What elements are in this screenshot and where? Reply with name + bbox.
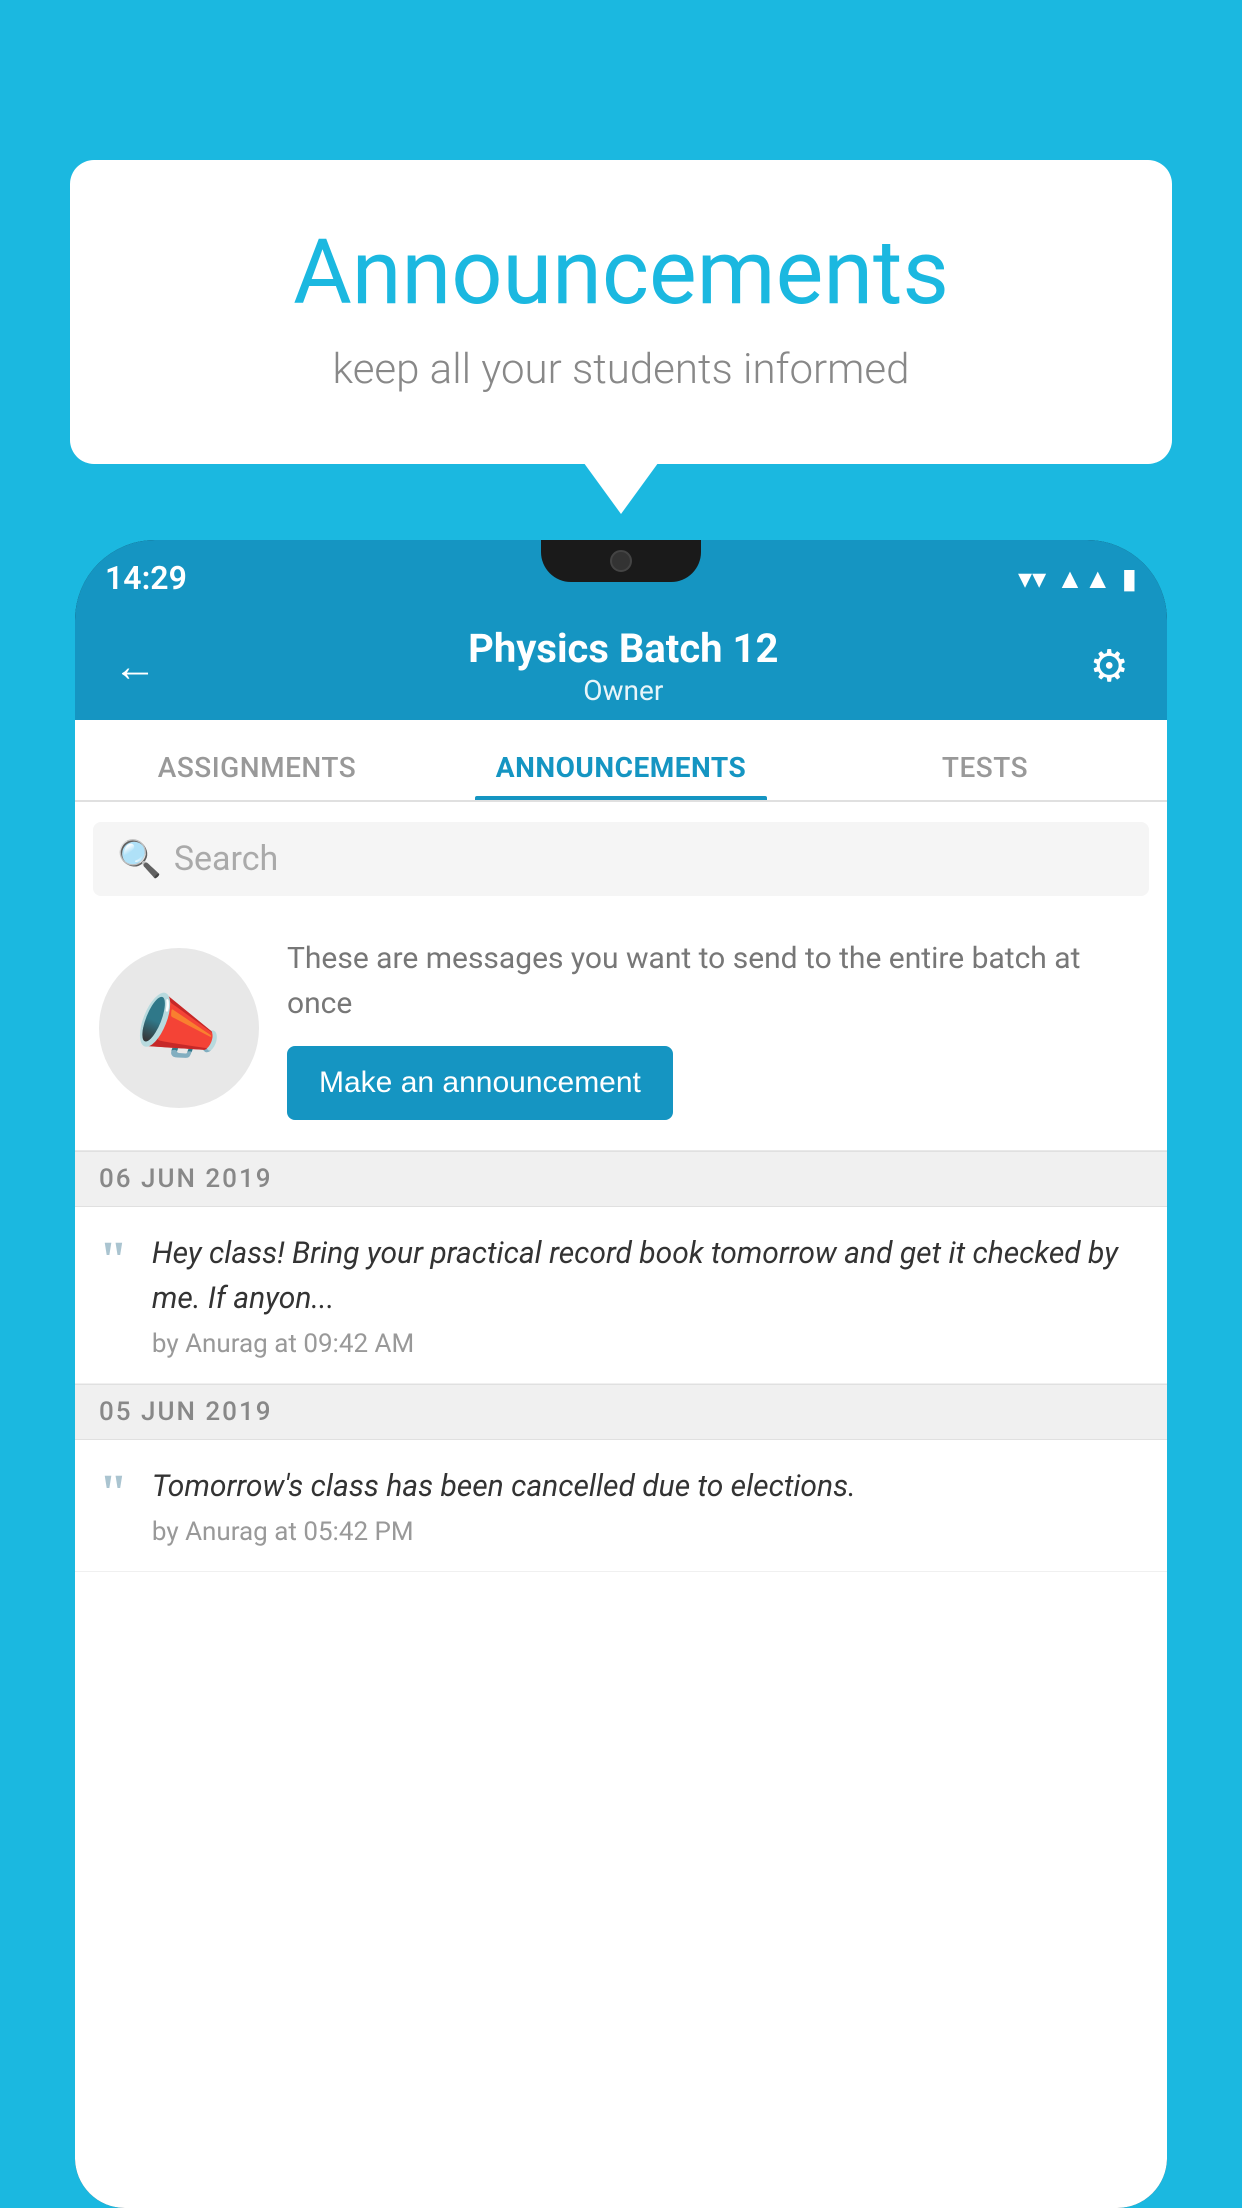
announcement-message-2: Tomorrow's class has been cancelled due …	[152, 1464, 1143, 1509]
announcement-card: Announcements keep all your students inf…	[70, 160, 1172, 464]
announcement-text-2: Tomorrow's class has been cancelled due …	[152, 1464, 1143, 1547]
announcement-text-1: Hey class! Bring your practical record b…	[152, 1231, 1143, 1359]
signal-icon: ▲▲	[1056, 562, 1111, 595]
back-button[interactable]: ←	[103, 630, 167, 702]
announcement-author-2: by Anurag at 05:42 PM	[152, 1517, 1143, 1547]
search-bar[interactable]: 🔍 Search	[93, 822, 1149, 896]
status-time: 14:29	[105, 559, 187, 597]
megaphone-icon: 📣	[135, 987, 222, 1069]
wifi-icon: ▾▾	[1018, 562, 1046, 595]
settings-button[interactable]: ⚙	[1080, 630, 1139, 702]
promo-right: These are messages you want to send to t…	[287, 936, 1143, 1120]
card-subtitle: keep all your students informed	[150, 345, 1092, 394]
announcement-item-1: " Hey class! Bring your practical record…	[75, 1207, 1167, 1384]
header-title-group: Physics Batch 12 Owner	[468, 625, 778, 707]
tab-assignments[interactable]: ASSIGNMENTS	[75, 751, 439, 800]
tabs-bar: ASSIGNMENTS ANNOUNCEMENTS TESTS	[75, 720, 1167, 802]
phone-notch	[541, 540, 701, 582]
quote-icon-2: "	[99, 1468, 128, 1520]
make-announcement-button[interactable]: Make an announcement	[287, 1046, 673, 1120]
tab-announcements[interactable]: ANNOUNCEMENTS	[439, 751, 803, 800]
tab-tests[interactable]: TESTS	[803, 751, 1167, 800]
promo-description: These are messages you want to send to t…	[287, 936, 1143, 1026]
card-title: Announcements	[150, 220, 1092, 325]
scroll-content: 🔍 Search 📣 These are messages you want t…	[75, 802, 1167, 2208]
status-icons: ▾▾ ▲▲ ▮	[1018, 562, 1137, 595]
app-header: ← Physics Batch 12 Owner ⚙	[75, 612, 1167, 720]
promo-icon-circle: 📣	[99, 948, 259, 1108]
battery-icon: ▮	[1122, 562, 1137, 595]
announcement-author-1: by Anurag at 09:42 AM	[152, 1329, 1143, 1359]
announcement-item-2: " Tomorrow's class has been cancelled du…	[75, 1440, 1167, 1572]
search-placeholder: Search	[174, 839, 278, 879]
date-separator-1: 06 JUN 2019	[75, 1151, 1167, 1207]
batch-subtitle: Owner	[468, 674, 778, 707]
search-icon: 🔍	[117, 838, 162, 880]
announcement-message-1: Hey class! Bring your practical record b…	[152, 1231, 1143, 1321]
promo-block: 📣 These are messages you want to send to…	[75, 916, 1167, 1151]
camera-notch	[610, 550, 632, 572]
batch-title: Physics Batch 12	[468, 625, 778, 672]
phone-frame: 14:29 ▾▾ ▲▲ ▮ ← Physics Batch 12 Owner ⚙…	[75, 540, 1167, 2208]
date-separator-2: 05 JUN 2019	[75, 1384, 1167, 1440]
quote-icon-1: "	[99, 1235, 128, 1287]
